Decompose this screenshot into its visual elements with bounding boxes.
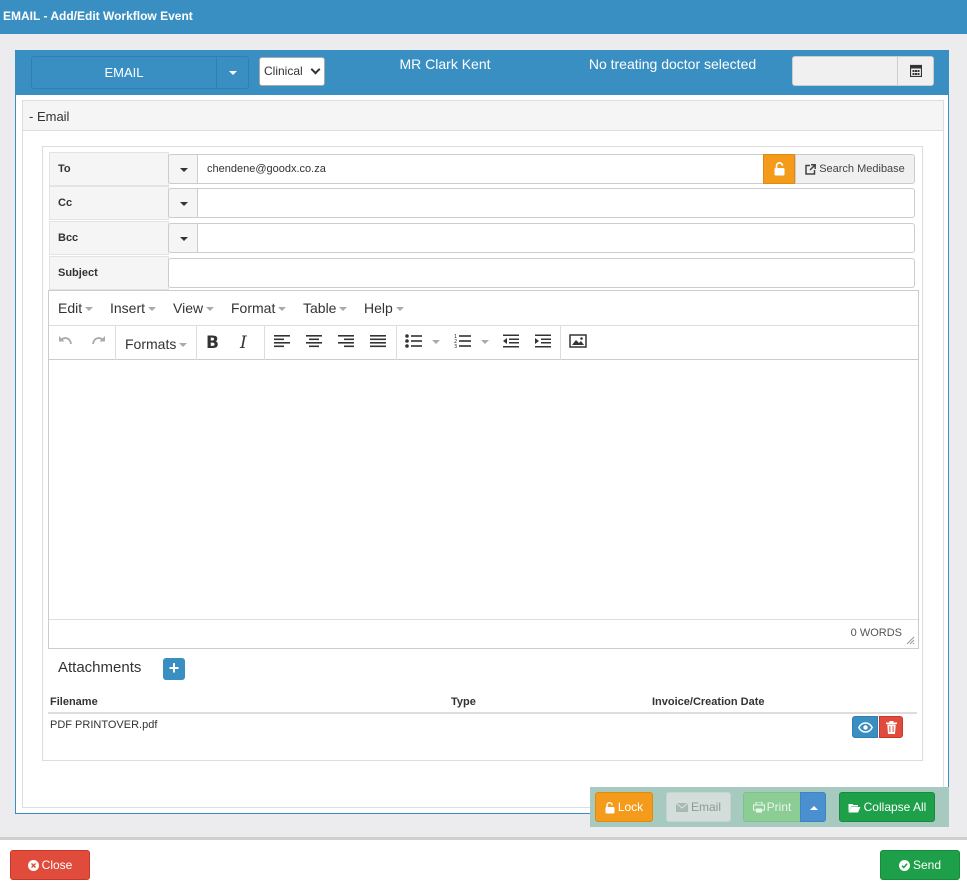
word-count: 0 WORDS: [850, 627, 902, 639]
svg-text:3: 3: [454, 344, 457, 349]
align-right-icon[interactable]: [337, 333, 359, 353]
email-section-toggle[interactable]: - Email: [22, 100, 944, 131]
menu-help[interactable]: Help: [364, 299, 404, 317]
subject-input[interactable]: [168, 258, 915, 288]
align-justify-icon[interactable]: [369, 333, 391, 353]
external-link-icon: [805, 163, 817, 175]
bullet-list-icon[interactable]: [404, 333, 444, 353]
to-input[interactable]: chendene@goodx.co.za: [197, 154, 764, 184]
bcc-label: Bcc: [49, 221, 169, 255]
search-medibase-label: Search Medibase: [819, 163, 905, 175]
event-type-button[interactable]: EMAIL: [31, 56, 217, 89]
close-button[interactable]: Close: [10, 850, 90, 880]
plus-icon: +: [168, 658, 180, 678]
undo-icon[interactable]: [57, 333, 79, 353]
align-left-icon[interactable]: [273, 333, 295, 353]
times-circle-icon: [27, 860, 39, 872]
cc-label: Cc: [49, 186, 169, 220]
date-picker-button[interactable]: [897, 56, 934, 86]
column-type: Type: [451, 696, 476, 708]
search-medibase-button[interactable]: Search Medibase: [795, 154, 915, 184]
email-button[interactable]: Email: [666, 792, 731, 822]
subject-label: Subject: [49, 256, 169, 290]
lock-button[interactable]: Lock: [595, 792, 653, 822]
indent-icon[interactable]: [534, 333, 556, 353]
menu-table[interactable]: Table: [303, 299, 348, 317]
unlock-icon: [605, 801, 615, 814]
align-center-icon[interactable]: [305, 333, 327, 353]
menu-edit[interactable]: Edit: [58, 299, 94, 317]
insert-image-icon[interactable]: [569, 333, 591, 353]
caret-down-icon: [180, 237, 188, 241]
attachments-title: Attachments: [58, 659, 142, 676]
formats-dropdown[interactable]: Formats: [125, 335, 188, 353]
redo-icon[interactable]: [89, 333, 111, 353]
bcc-dropdown-button[interactable]: [168, 223, 198, 253]
unlock-icon: [774, 162, 785, 176]
menu-format[interactable]: Format: [231, 299, 287, 317]
cc-dropdown-button[interactable]: [168, 188, 198, 218]
column-filename: Filename: [50, 696, 98, 708]
treating-doctor-status: No treating doctor selected: [588, 56, 757, 72]
event-type-dropdown-button[interactable]: [216, 56, 249, 89]
attachment-filename: PDF PRINTOVER.pdf: [50, 719, 158, 731]
add-attachment-button[interactable]: +: [163, 658, 185, 680]
category-select-value: Clinical: [264, 64, 303, 78]
chevron-down-icon: [310, 64, 321, 75]
bcc-input[interactable]: [197, 223, 915, 253]
column-date: Invoice/Creation Date: [652, 696, 765, 708]
resize-handle-icon[interactable]: [906, 636, 915, 645]
window-title: EMAIL - Add/Edit Workflow Event: [0, 0, 967, 34]
view-attachment-button[interactable]: [852, 716, 878, 738]
print-button[interactable]: Print: [743, 792, 801, 822]
date-input[interactable]: [792, 56, 898, 86]
print-icon: [752, 802, 765, 813]
to-label: To: [49, 152, 169, 186]
outdent-icon[interactable]: [502, 333, 524, 353]
caret-up-icon: [810, 806, 818, 810]
caret-down-icon: [229, 71, 237, 75]
trash-icon: [886, 721, 897, 734]
calendar-icon: [910, 64, 922, 77]
menu-view[interactable]: View: [173, 299, 215, 317]
caret-down-icon: [180, 202, 188, 206]
dialog-footer: [0, 840, 967, 890]
folder-open-icon: [848, 803, 861, 813]
check-circle-icon: [898, 860, 910, 872]
caret-down-icon: [180, 168, 188, 172]
cc-input[interactable]: [197, 188, 915, 218]
eye-icon: [858, 722, 873, 733]
numbered-list-icon[interactable]: 123: [454, 333, 494, 353]
menu-insert[interactable]: Insert: [110, 299, 157, 317]
patient-name: MR Clark Kent: [399, 56, 491, 72]
italic-icon[interactable]: I: [240, 333, 262, 353]
collapse-all-button[interactable]: Collapse All: [839, 792, 935, 822]
delete-attachment-button[interactable]: [879, 716, 903, 738]
bold-icon[interactable]: B: [206, 333, 228, 353]
to-dropdown-button[interactable]: [168, 154, 198, 184]
envelope-icon: [675, 803, 688, 813]
print-options-button[interactable]: [800, 792, 826, 822]
send-button[interactable]: Send: [880, 850, 960, 880]
to-lock-button[interactable]: [763, 154, 795, 184]
category-select[interactable]: Clinical: [259, 57, 325, 86]
